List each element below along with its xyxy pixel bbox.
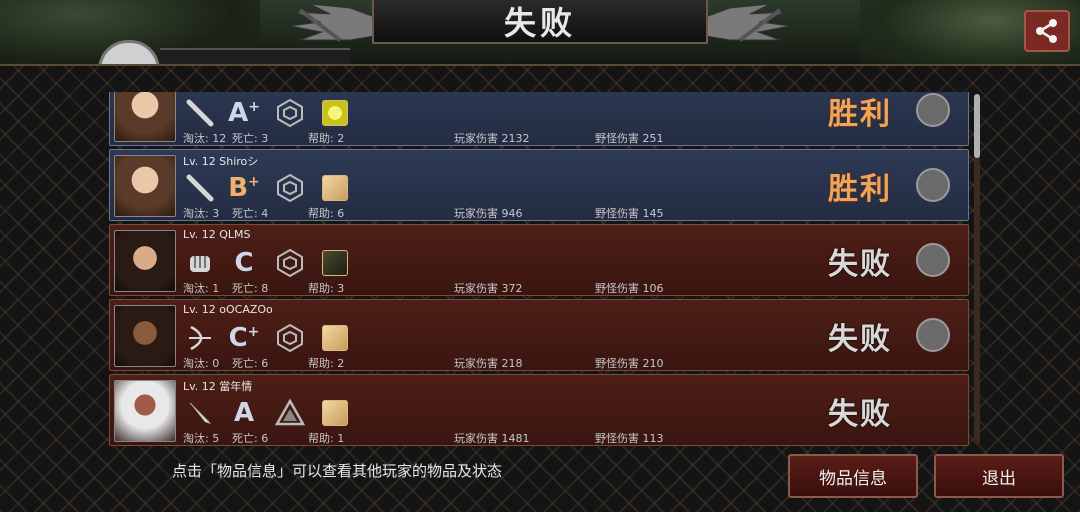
player-damage-stat: 玩家伤害 946 [454,207,523,220]
dark-item-icon[interactable] [322,250,348,276]
monster-damage-stat: 野怪伤害 145 [595,207,664,220]
knife-icon [184,397,216,429]
hint-text: 点击「物品信息」可以查看其他玩家的物品及状态 [172,462,503,480]
player-name: Lv. 12 QLMS [183,228,251,241]
grade-badge: B + [228,173,260,203]
hexagon-rank-icon [274,322,306,354]
grade-badge: C + [228,323,260,353]
assists-stat: 帮助: 2 [308,357,345,370]
hexagon-rank-icon [274,247,306,279]
beige-item-icon[interactable] [322,400,348,426]
player-name: Lv. 12 當年情 [183,380,253,393]
player-row: Lv. 12 oOCAZOo C + 淘汰: 0 死亡: 6 帮助: 2 玩家伤害… [109,299,969,371]
scrollbar-thumb[interactable] [974,94,980,158]
list-scrollbar[interactable] [974,94,980,444]
player-row: Lv. 12 QLMS C 淘汰: 1 死亡: 8 帮助: 3 玩家伤害 372… [109,224,969,296]
player-row: A + 淘汰: 12 死亡: 3 帮助: 2 玩家伤害 2132 野怪伤害 251… [109,92,969,146]
player-result-list[interactable]: A + 淘汰: 12 死亡: 3 帮助: 2 玩家伤害 2132 野怪伤害 251… [109,92,969,448]
grade-badge: C [234,248,254,278]
grade-badge: A [233,398,255,428]
title-banner: 失败 [372,0,708,44]
item-info-button[interactable]: 物品信息 [788,454,918,498]
triangle-rank-icon [274,397,306,429]
assists-stat: 帮助: 2 [308,132,345,145]
player-damage-stat: 玩家伤害 372 [454,282,523,295]
assists-stat: 帮助: 3 [308,282,345,295]
player-portrait [114,92,176,142]
player-portrait [114,155,176,217]
player-damage-stat: 玩家伤害 2132 [454,132,530,145]
assists-stat: 帮助: 1 [308,432,345,445]
kills-stat: 淘汰: 5 [183,432,220,445]
result-label: 失败 [828,247,892,282]
deaths-stat: 死亡: 6 [232,432,269,445]
player-portrait [114,380,176,442]
share-icon [1036,19,1057,43]
fist-icon [184,247,216,279]
share-button[interactable] [1024,10,1070,52]
beige-item-icon[interactable] [322,325,348,351]
kills-stat: 淘汰: 12 [183,132,227,145]
add-friend-icon[interactable] [916,243,950,277]
result-label: 胜利 [828,97,892,132]
result-label: 失败 [828,322,892,357]
deaths-stat: 死亡: 4 [232,207,269,220]
hexagon-rank-icon [274,97,306,129]
player-row: Lv. 12 Shiroシ B + 淘汰: 3 死亡: 4 帮助: 6 玩家伤害 … [109,149,969,221]
player-portrait [114,305,176,367]
deaths-stat: 死亡: 8 [232,282,269,295]
deaths-stat: 死亡: 3 [232,132,269,145]
exit-button[interactable]: 退出 [934,454,1064,498]
player-row: Lv. 12 當年情 A 淘汰: 5 死亡: 6 帮助: 1 玩家伤害 1481… [109,374,969,446]
hexagon-rank-icon [274,172,306,204]
monster-damage-stat: 野怪伤害 113 [595,432,664,445]
player-damage-stat: 玩家伤害 218 [454,357,523,370]
beige-item-icon[interactable] [322,175,348,201]
bat-icon [184,97,216,129]
monster-damage-stat: 野怪伤害 106 [595,282,664,295]
player-name: Lv. 12 Shiroシ [183,155,259,168]
grade-badge: A + [228,98,260,128]
kills-stat: 淘汰: 0 [183,357,220,370]
bow-icon [184,322,216,354]
monster-damage-stat: 野怪伤害 210 [595,357,664,370]
assists-stat: 帮助: 6 [308,207,345,220]
yellow-gem-icon[interactable] [322,100,348,126]
add-friend-icon[interactable] [916,168,950,202]
monster-damage-stat: 野怪伤害 251 [595,132,664,145]
kills-stat: 淘汰: 3 [183,207,220,220]
kills-stat: 淘汰: 1 [183,282,220,295]
bat-icon [184,172,216,204]
add-friend-icon[interactable] [916,318,950,352]
player-portrait [114,230,176,292]
deaths-stat: 死亡: 6 [232,357,269,370]
page-title: 失败 [503,4,576,42]
player-damage-stat: 玩家伤害 1481 [454,432,530,445]
add-friend-icon[interactable] [916,93,950,127]
result-label: 失败 [828,397,892,432]
result-label: 胜利 [828,172,892,207]
player-name: Lv. 12 oOCAZOo [183,303,273,316]
